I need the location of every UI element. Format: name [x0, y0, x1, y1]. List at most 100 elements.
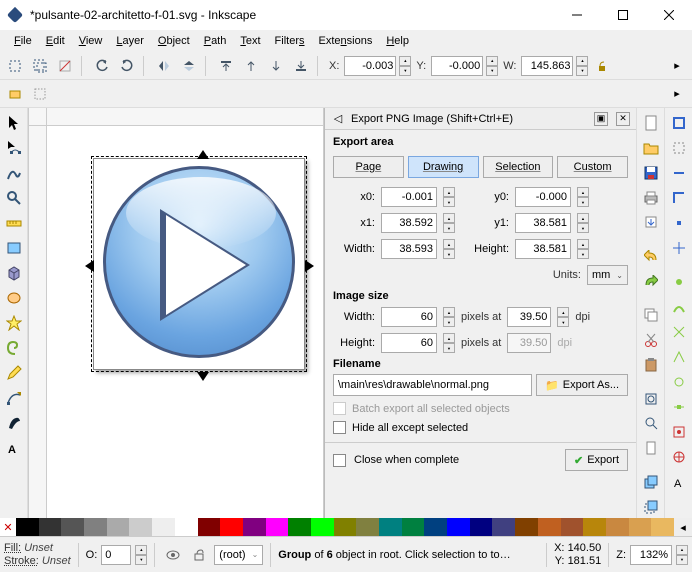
snap-node-icon[interactable]: [667, 271, 691, 293]
layer-lock-icon[interactable]: [188, 544, 210, 566]
snap-bbox-icon[interactable]: [667, 137, 691, 159]
zoom-spinner[interactable]: ▲▼: [676, 545, 688, 565]
snap-path-icon[interactable]: [667, 296, 691, 318]
color-swatch[interactable]: [16, 518, 39, 536]
color-swatch[interactable]: [492, 518, 515, 536]
color-swatch[interactable]: [84, 518, 107, 536]
color-swatch[interactable]: [311, 518, 334, 536]
snap-mid-icon[interactable]: [667, 212, 691, 234]
deselect-icon[interactable]: [54, 55, 76, 77]
snap-corner-icon[interactable]: [667, 187, 691, 209]
toolbar2-overflow-icon[interactable]: ▸: [666, 83, 688, 105]
copy-icon[interactable]: [639, 304, 663, 326]
rotate-cw-icon[interactable]: [116, 55, 138, 77]
eheight-input[interactable]: [515, 239, 571, 259]
color-swatch[interactable]: [583, 518, 606, 536]
filename-input[interactable]: [333, 374, 532, 396]
scale-handle-s[interactable]: [197, 372, 209, 381]
color-swatch[interactable]: [515, 518, 538, 536]
menu-object[interactable]: Object: [152, 33, 196, 49]
snap-text-icon[interactable]: A: [667, 471, 691, 493]
export-button[interactable]: ✔Export: [565, 449, 628, 471]
import-icon[interactable]: [639, 212, 663, 234]
3dbox-tool-icon[interactable]: [2, 262, 26, 284]
snap-smooth-icon[interactable]: [667, 371, 691, 393]
color-swatch[interactable]: [629, 518, 652, 536]
duplicate-icon[interactable]: [639, 471, 663, 493]
close-button[interactable]: [646, 0, 692, 30]
menu-path[interactable]: Path: [198, 33, 233, 49]
color-swatch[interactable]: [243, 518, 266, 536]
snap-rot-center-icon[interactable]: [667, 446, 691, 468]
cut-icon[interactable]: [639, 329, 663, 351]
color-swatch[interactable]: [651, 518, 674, 536]
menu-extensions[interactable]: Extensions: [313, 33, 379, 49]
text-tool-icon[interactable]: A: [2, 437, 26, 459]
color-swatch[interactable]: [538, 518, 561, 536]
y-spinner[interactable]: ▲▼: [486, 56, 498, 76]
spiral-tool-icon[interactable]: [2, 337, 26, 359]
open-icon[interactable]: [639, 137, 663, 159]
zoom-draw-icon[interactable]: [639, 413, 663, 435]
hide-checkbox[interactable]: [333, 421, 346, 434]
stroke-value[interactable]: Unset: [42, 555, 71, 567]
layer-new-icon[interactable]: [4, 83, 26, 105]
snap-cusp-icon[interactable]: [667, 346, 691, 368]
w-spinner[interactable]: ▲▼: [576, 56, 588, 76]
color-swatch[interactable]: [424, 518, 447, 536]
menu-edit[interactable]: Edit: [40, 33, 71, 49]
color-swatch[interactable]: [266, 518, 289, 536]
color-swatch[interactable]: [606, 518, 629, 536]
lower-icon[interactable]: [265, 55, 287, 77]
measure-tool-icon[interactable]: [2, 212, 26, 234]
no-color-swatch[interactable]: ✕: [0, 518, 16, 536]
save-icon[interactable]: [639, 162, 663, 184]
close-complete-checkbox[interactable]: [333, 454, 346, 467]
iw-input[interactable]: [381, 307, 437, 327]
scale-handle-n[interactable]: [197, 150, 209, 159]
color-swatch[interactable]: [288, 518, 311, 536]
panel-grip-icon[interactable]: ◁: [331, 112, 345, 126]
print-icon[interactable]: [639, 187, 663, 209]
snap-line-mid-icon[interactable]: [667, 396, 691, 418]
x1-input[interactable]: [381, 213, 437, 233]
y1-input[interactable]: [515, 213, 571, 233]
menu-text[interactable]: Text: [234, 33, 266, 49]
ewidth-input[interactable]: [381, 239, 437, 259]
snap-enable-icon[interactable]: [667, 112, 691, 134]
color-swatch[interactable]: [356, 518, 379, 536]
layer-vis-icon[interactable]: [29, 83, 51, 105]
undo-icon[interactable]: [639, 245, 663, 267]
raise-icon[interactable]: [240, 55, 262, 77]
menu-view[interactable]: View: [73, 33, 109, 49]
maximize-button[interactable]: [600, 0, 646, 30]
layer-vis-toggle-icon[interactable]: [162, 544, 184, 566]
panel-minimize-icon[interactable]: ▣: [594, 112, 608, 126]
y-input[interactable]: [431, 56, 483, 76]
color-swatch[interactable]: [107, 518, 130, 536]
y0-input[interactable]: [515, 187, 571, 207]
minimize-button[interactable]: [554, 0, 600, 30]
opacity-input[interactable]: [101, 545, 131, 565]
color-swatch[interactable]: [220, 518, 243, 536]
raise-top-icon[interactable]: [215, 55, 237, 77]
zoom-input[interactable]: [630, 545, 672, 565]
flip-h-icon[interactable]: [153, 55, 175, 77]
zoom-page-icon[interactable]: [639, 437, 663, 459]
color-swatch[interactable]: [39, 518, 62, 536]
color-swatch[interactable]: [198, 518, 221, 536]
tab-drawing[interactable]: Drawing: [408, 156, 479, 178]
dpi-w-input[interactable]: [507, 307, 551, 327]
layer-select[interactable]: (root)⌄: [214, 545, 263, 565]
color-swatch[interactable]: [152, 518, 175, 536]
color-swatch[interactable]: [175, 518, 198, 536]
paste-icon[interactable]: [639, 354, 663, 376]
clone-icon[interactable]: [639, 496, 663, 518]
x-spinner[interactable]: ▲▼: [399, 56, 411, 76]
bezier-tool-icon[interactable]: [2, 387, 26, 409]
toolbar-overflow-icon[interactable]: ▸: [666, 55, 688, 77]
opacity-spinner[interactable]: ▲▼: [135, 545, 147, 565]
lower-bottom-icon[interactable]: [290, 55, 312, 77]
color-swatch[interactable]: [379, 518, 402, 536]
new-doc-icon[interactable]: [639, 112, 663, 134]
